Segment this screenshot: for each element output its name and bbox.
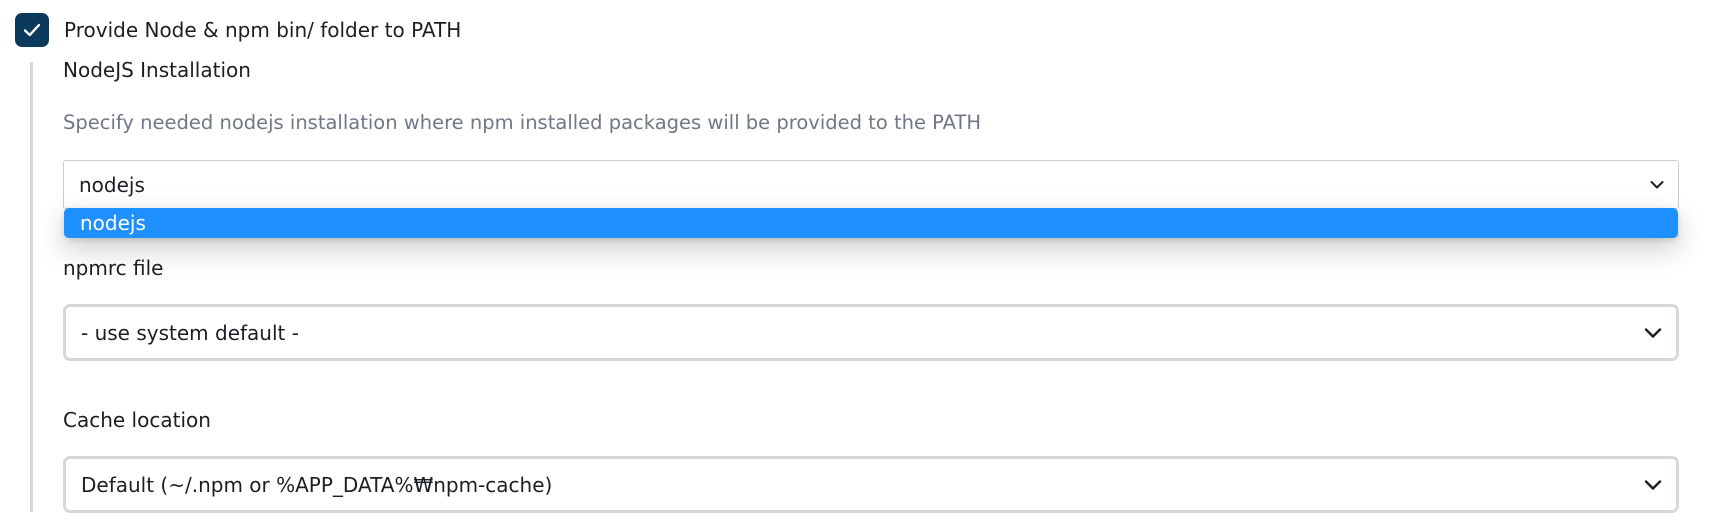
chevron-down-icon: [1650, 180, 1664, 189]
nodejs-installation-description: Specify needed nodejs installation where…: [63, 111, 982, 134]
checkmark-icon: [23, 23, 41, 37]
provide-path-checkbox[interactable]: [15, 13, 49, 47]
dropdown-option-label: nodejs: [80, 211, 146, 235]
nodejs-dropdown-option-nodejs[interactable]: nodejs: [64, 208, 1678, 238]
nodejs-installation-label: NodeJS Installation: [63, 58, 251, 82]
cache-location-select[interactable]: Default (~/.npm or %APP_DATA%₩npm-cache): [63, 456, 1679, 513]
chevron-down-icon: [1644, 479, 1662, 490]
npmrc-file-label: npmrc file: [63, 256, 164, 280]
nested-section-guide: [30, 62, 33, 512]
nodejs-installation-value: nodejs: [79, 172, 145, 197]
npmrc-file-value: - use system default -: [81, 320, 299, 345]
cache-location-value: Default (~/.npm or %APP_DATA%₩npm-cache): [81, 472, 553, 497]
cache-location-label: Cache location: [63, 408, 211, 432]
provide-path-row: Provide Node & npm bin/ folder to PATH: [15, 13, 461, 47]
nodejs-installation-select[interactable]: nodejs: [63, 160, 1679, 209]
npm-config-panel: Provide Node & npm bin/ folder to PATH N…: [0, 0, 1722, 531]
provide-path-label[interactable]: Provide Node & npm bin/ folder to PATH: [64, 18, 461, 42]
chevron-down-icon: [1644, 327, 1662, 338]
npmrc-file-select[interactable]: - use system default -: [63, 304, 1679, 361]
